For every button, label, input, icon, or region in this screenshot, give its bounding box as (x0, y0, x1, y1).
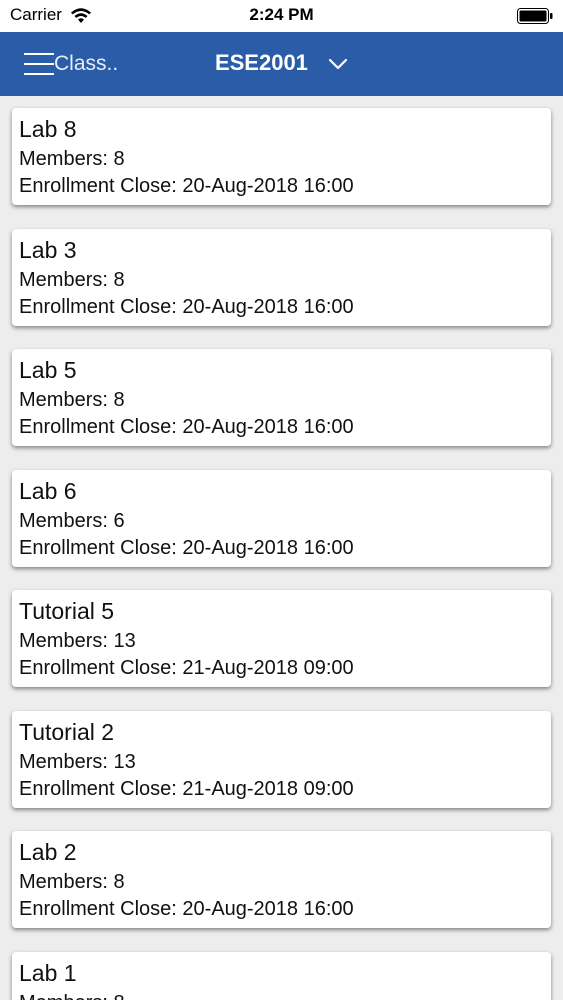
enrollment-close-date: 20-Aug-2018 16:00 (182, 898, 354, 920)
members-count: 8 (113, 148, 125, 170)
members-row: Members: 8 (19, 269, 125, 292)
battery-icon (517, 8, 553, 24)
status-bar: Carrier 2:24 PM (0, 0, 563, 32)
class-selector-dropdown[interactable]: ESE2001 (0, 50, 563, 76)
members-count: 6 (113, 510, 125, 532)
members-label: Members: (19, 389, 108, 411)
members-count: 13 (113, 751, 136, 773)
enrollment-close-label: Enrollment Close: (19, 175, 177, 197)
enrollment-close-row: Enrollment Close: 20-Aug-2018 16:00 (19, 537, 354, 560)
chevron-down-icon (328, 59, 348, 70)
members-row: Members: 13 (19, 630, 136, 653)
navigation-bar: Class.. ESE2001 (0, 32, 563, 96)
enrollment-close-row: Enrollment Close: 21-Aug-2018 09:00 (19, 778, 354, 801)
members-count: 13 (113, 630, 136, 652)
group-card-lab-1[interactable]: Lab 1 Members: 8 (12, 952, 551, 1000)
enrollment-close-label: Enrollment Close: (19, 657, 177, 679)
members-label: Members: (19, 269, 108, 291)
class-title: ESE2001 (214, 50, 308, 75)
enrollment-close-row: Enrollment Close: 20-Aug-2018 16:00 (19, 416, 354, 439)
group-card-lab-5[interactable]: Lab 5 Members: 8 Enrollment Close: 20-Au… (12, 349, 551, 446)
enrollment-close-label: Enrollment Close: (19, 537, 177, 559)
group-card-tutorial-2[interactable]: Tutorial 2 Members: 13 Enrollment Close:… (12, 711, 551, 808)
group-name: Lab 6 (19, 478, 77, 504)
members-count: 8 (113, 992, 124, 1000)
enrollment-close-date: 20-Aug-2018 16:00 (182, 175, 354, 197)
members-row: Members: 6 (19, 510, 125, 533)
group-card-lab-8[interactable]: Lab 8 Members: 8 Enrollment Close: 20-Au… (12, 108, 551, 205)
group-list[interactable]: Lab 8 Members: 8 Enrollment Close: 20-Au… (0, 96, 563, 1000)
group-card-tutorial-5[interactable]: Tutorial 5 Members: 13 Enrollment Close:… (12, 590, 551, 687)
group-card-lab-6[interactable]: Lab 6 Members: 6 Enrollment Close: 20-Au… (12, 470, 551, 567)
members-label: Members: (19, 751, 108, 773)
group-card-lab-2[interactable]: Lab 2 Members: 8 Enrollment Close: 20-Au… (12, 831, 551, 928)
members-count: 8 (113, 269, 125, 291)
enrollment-close-label: Enrollment Close: (19, 778, 177, 800)
enrollment-close-date: 20-Aug-2018 16:00 (182, 296, 354, 318)
group-card-lab-3[interactable]: Lab 3 Members: 8 Enrollment Close: 20-Au… (12, 229, 551, 326)
enrollment-close-label: Enrollment Close: (19, 296, 177, 318)
enrollment-close-label: Enrollment Close: (19, 898, 177, 920)
members-label: Members: (19, 871, 108, 893)
enrollment-close-row: Enrollment Close: 20-Aug-2018 16:00 (19, 898, 354, 921)
members-count: 8 (113, 871, 125, 893)
enrollment-close-date: 21-Aug-2018 09:00 (182, 657, 354, 679)
members-count: 8 (113, 389, 125, 411)
members-label: Members: (19, 148, 108, 170)
enrollment-close-row: Enrollment Close: 20-Aug-2018 16:00 (19, 296, 354, 319)
members-row: Members: 8 (19, 992, 125, 1000)
enrollment-close-row: Enrollment Close: 20-Aug-2018 16:00 (19, 175, 354, 198)
members-row: Members: 8 (19, 389, 125, 412)
members-label: Members: (19, 630, 108, 652)
enrollment-close-row: Enrollment Close: 21-Aug-2018 09:00 (19, 657, 354, 680)
enrollment-close-label: Enrollment Close: (19, 416, 177, 438)
group-name: Lab 2 (19, 839, 77, 865)
members-row: Members: 13 (19, 751, 136, 774)
enrollment-close-date: 20-Aug-2018 16:00 (182, 537, 354, 559)
enrollment-close-date: 21-Aug-2018 09:00 (182, 778, 354, 800)
group-name: Tutorial 5 (19, 598, 115, 624)
group-name: Lab 5 (19, 357, 77, 383)
members-label: Members: (19, 992, 108, 1000)
group-name: Lab 1 (19, 960, 77, 986)
group-name: Lab 3 (19, 237, 77, 263)
group-name: Tutorial 2 (19, 719, 115, 745)
group-name: Lab 8 (19, 116, 77, 142)
members-row: Members: 8 (19, 871, 125, 894)
members-row: Members: 8 (19, 148, 125, 171)
members-label: Members: (19, 510, 108, 532)
enrollment-close-date: 20-Aug-2018 16:00 (182, 416, 354, 438)
status-time: 2:24 PM (249, 5, 314, 24)
